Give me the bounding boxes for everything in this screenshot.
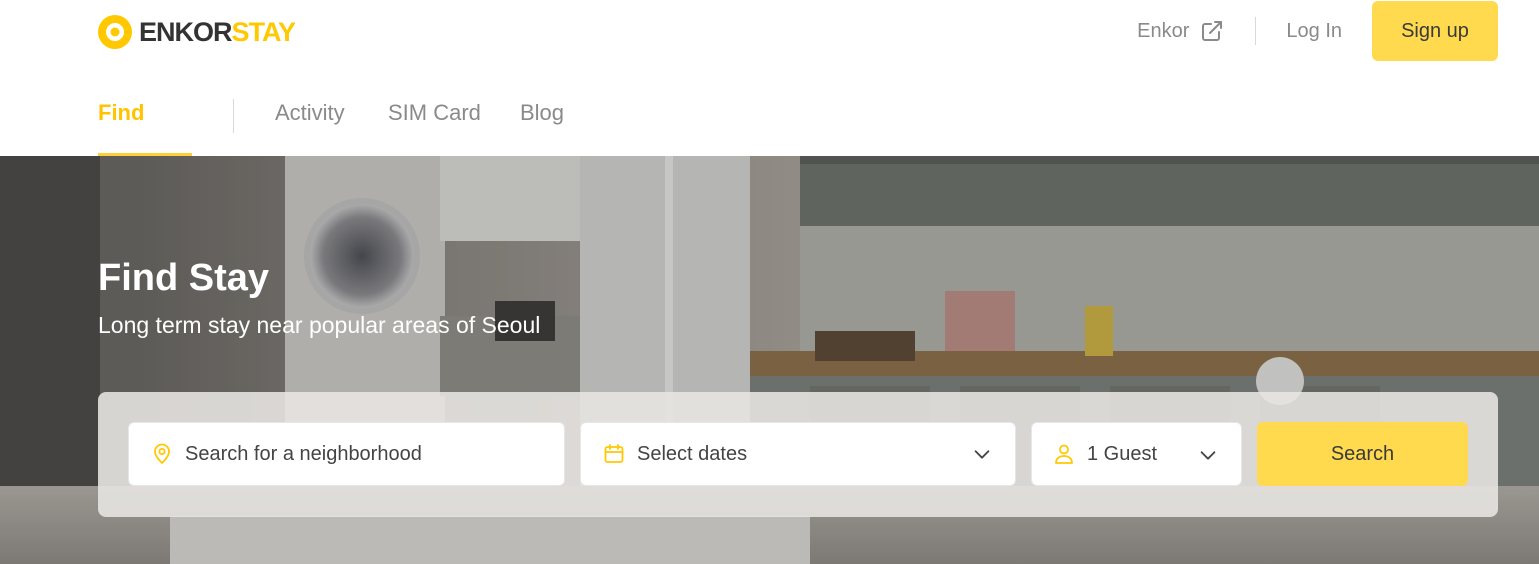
chevron-down-icon bbox=[974, 450, 990, 459]
guests-value: 1 Guest bbox=[1087, 442, 1158, 465]
tab-blog[interactable]: Blog bbox=[520, 64, 564, 156]
enkor-external-link[interactable]: Enkor bbox=[1137, 19, 1224, 43]
user-icon bbox=[1055, 444, 1073, 464]
hero-subtitle: Long term stay near popular areas of Seo… bbox=[98, 312, 541, 338]
date-picker-field[interactable]: Select dates bbox=[580, 422, 1016, 486]
tab-activity[interactable]: Activity bbox=[275, 64, 345, 156]
external-link-icon bbox=[1202, 21, 1223, 41]
tab-find-stay[interactable]: Find Stay bbox=[98, 64, 192, 223]
brand-name-part1: ENKOR bbox=[139, 17, 233, 47]
location-pin-icon bbox=[154, 443, 170, 464]
hero-title: Find Stay bbox=[98, 257, 270, 299]
search-button[interactable]: Search bbox=[1257, 422, 1468, 486]
header-actions: Enkor Log In Sign up bbox=[1137, 1, 1498, 61]
chevron-down-icon bbox=[1200, 451, 1216, 460]
nav-divider bbox=[233, 99, 234, 133]
search-panel: Search for a neighborhood Select dates 1… bbox=[98, 392, 1498, 517]
dates-label: Select dates bbox=[637, 442, 748, 465]
tab-sim-card[interactable]: SIM Card bbox=[388, 64, 481, 156]
neighborhood-placeholder: Search for a neighborhood bbox=[185, 442, 422, 465]
login-link[interactable]: Log In bbox=[1286, 20, 1342, 43]
hero-section: Find Stay Long term stay near popular ar… bbox=[0, 156, 1539, 564]
brand-name-part2: STAY bbox=[231, 17, 297, 47]
brand-logo[interactable]: ENKORSTAY bbox=[97, 14, 297, 50]
calendar-icon bbox=[604, 444, 624, 463]
neighborhood-search-field[interactable]: Search for a neighborhood bbox=[128, 422, 565, 486]
signup-button[interactable]: Sign up bbox=[1372, 1, 1498, 61]
brand-wordmark: ENKORSTAY bbox=[139, 14, 297, 50]
logo-pin-icon bbox=[98, 15, 132, 49]
main-nav: Find Stay Activity SIM Card Blog bbox=[0, 64, 1539, 223]
header-divider bbox=[1255, 17, 1257, 45]
guest-selector-field[interactable]: 1 Guest bbox=[1031, 422, 1242, 486]
enkor-link-label: Enkor bbox=[1137, 19, 1190, 42]
top-bar: ENKORSTAY Enkor Log In Sign up bbox=[0, 0, 1539, 64]
